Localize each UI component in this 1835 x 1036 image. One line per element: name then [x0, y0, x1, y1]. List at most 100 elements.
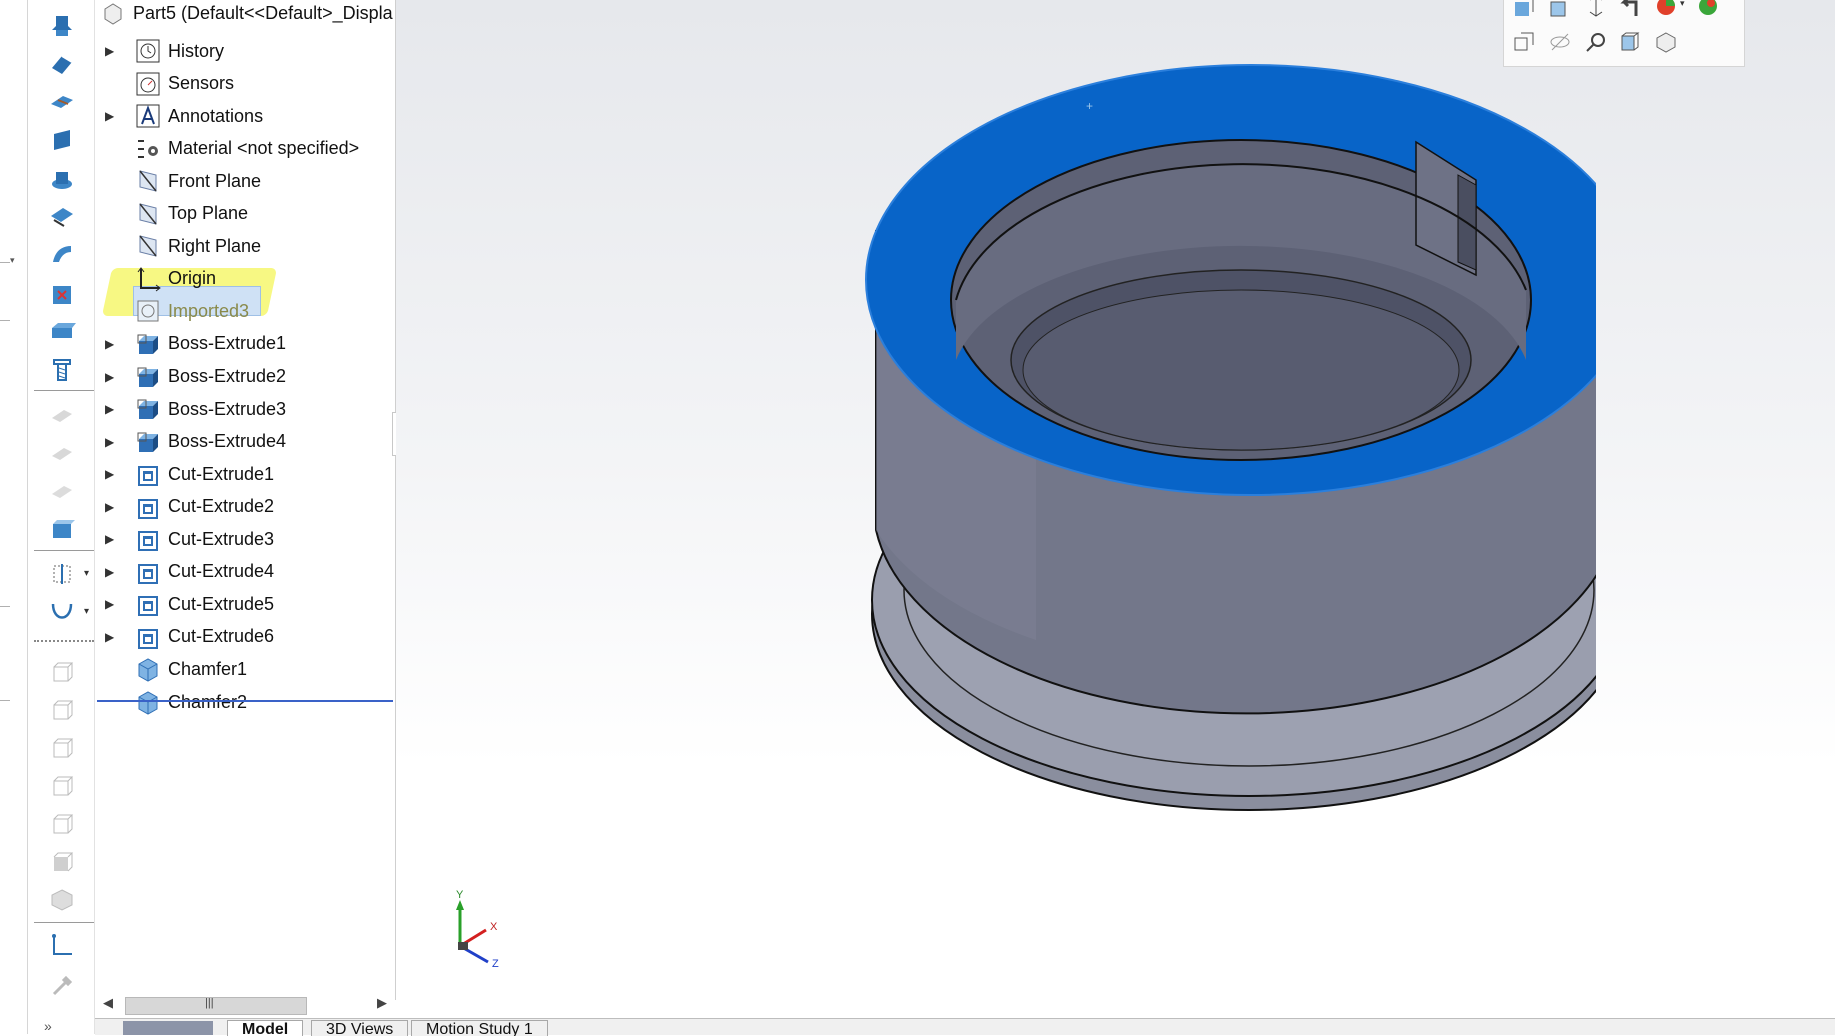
- tree-item-boss-extrude4[interactable]: ▶ Boss-Extrude4: [95, 427, 395, 457]
- tree-item-front-plane[interactable]: Front Plane: [95, 166, 395, 196]
- feature-manager-tree: Part5 (Default<<Default>_Displa ▶ History…: [95, 0, 396, 1016]
- tree-item-imported3[interactable]: Imported3: [95, 296, 395, 326]
- expand-arrow-icon[interactable]: ▶: [105, 370, 117, 384]
- material-icon: [138, 139, 158, 158]
- tree-item-label: Top Plane: [168, 203, 249, 224]
- view-box-icon[interactable]: [48, 658, 76, 686]
- tree-item-label: Cut-Extrude3: [168, 528, 275, 549]
- part-model-3d[interactable]: +: [836, 60, 1596, 840]
- tab-scroll-buttons[interactable]: [123, 1021, 213, 1035]
- expand-arrow-icon[interactable]: ▶: [105, 109, 117, 123]
- revolved-boss-icon[interactable]: [48, 50, 76, 78]
- delete-face-icon[interactable]: [48, 280, 76, 308]
- triad-y-label: Y: [456, 890, 464, 901]
- expand-arrow-icon[interactable]: ▶: [105, 500, 117, 514]
- zoom-to-area-icon[interactable]: [1548, 0, 1572, 20]
- view-box-icon[interactable]: [48, 734, 76, 762]
- hole-wizard-icon[interactable]: [48, 318, 76, 346]
- scroll-left-icon[interactable]: ◀: [103, 995, 113, 1011]
- tree-item-chamfer2[interactable]: Chamfer2: [95, 687, 395, 717]
- extruded-boss-icon[interactable]: [48, 12, 76, 40]
- curves-icon[interactable]: [48, 598, 76, 626]
- part-label: Part5 (Default<<Default>_Displa: [133, 2, 393, 23]
- chamfer-disabled-icon: [52, 448, 72, 460]
- view-box-icon[interactable]: [48, 772, 76, 800]
- view-setting-icon[interactable]: [1618, 30, 1642, 54]
- tree-item-boss-extrude1[interactable]: ▶ Boss-Extrude1: [95, 329, 395, 359]
- tree-item-boss-extrude2[interactable]: ▶ Boss-Extrude2: [95, 362, 395, 392]
- zoom-icon[interactable]: [1584, 30, 1608, 54]
- lofted-boss-icon[interactable]: [48, 126, 76, 154]
- cut-extrude-icon: [138, 628, 158, 649]
- cut-extrude-icon: [138, 466, 158, 487]
- scroll-thumb[interactable]: [125, 997, 307, 1015]
- expand-arrow-icon[interactable]: ▶: [105, 565, 117, 579]
- tree-item-origin[interactable]: Origin: [95, 264, 395, 294]
- scroll-right-icon[interactable]: ▶: [377, 995, 387, 1011]
- graphics-area[interactable]: ▾ + Y X Z: [396, 0, 1835, 1020]
- expand-arrow-icon[interactable]: ▶: [105, 44, 117, 58]
- expand-arrow-icon[interactable]: ▶: [105, 630, 117, 644]
- boss-extrude-icon: [137, 334, 158, 354]
- hide-show-icon[interactable]: [1548, 30, 1572, 54]
- tree-item-label: Boss-Extrude1: [168, 333, 287, 354]
- expand-arrow-icon[interactable]: ▶: [105, 597, 117, 611]
- expand-arrow-icon[interactable]: ▶: [105, 467, 117, 481]
- thread-icon[interactable]: [48, 356, 76, 384]
- edge-dropdown-icon[interactable]: ▾: [10, 255, 15, 266]
- tree-item-label: History: [168, 40, 225, 61]
- toolbar-more-icon[interactable]: »: [44, 1018, 52, 1034]
- tree-item-annotations[interactable]: ▶ Annotations: [95, 101, 395, 131]
- bottom-tab-bar: Model 3D Views Motion Study 1: [95, 1018, 1835, 1036]
- expand-arrow-icon[interactable]: ▶: [105, 402, 117, 416]
- previous-view-icon[interactable]: [1618, 0, 1642, 18]
- tree-item-cut-extrude4[interactable]: ▶ Cut-Extrude4: [95, 557, 395, 587]
- tree-item-label: Annotations: [168, 105, 264, 126]
- zoom-to-fit-icon[interactable]: [1512, 0, 1536, 20]
- reference-geometry-dropdown-icon[interactable]: ▾: [84, 568, 89, 579]
- expand-arrow-icon[interactable]: ▶: [105, 337, 117, 351]
- curves-dropdown-icon[interactable]: ▾: [84, 606, 89, 617]
- tree-item-label: Boss-Extrude3: [168, 398, 287, 419]
- shell-icon[interactable]: [48, 516, 76, 544]
- tree-item-cut-extrude5[interactable]: ▶ Cut-Extrude5: [95, 589, 395, 619]
- view-box-icon[interactable]: [48, 848, 76, 876]
- tree-item-label: Front Plane: [168, 170, 262, 191]
- tree-part-root[interactable]: Part5 (Default<<Default>_Displa: [95, 0, 395, 28]
- expand-arrow-icon[interactable]: ▶: [105, 435, 117, 449]
- swept-boss-icon[interactable]: [48, 88, 76, 116]
- display-style-dropdown-icon[interactable]: ▾: [1680, 0, 1685, 9]
- tree-item-cut-extrude3[interactable]: ▶ Cut-Extrude3: [95, 524, 395, 554]
- boundary-boss-icon[interactable]: [48, 164, 76, 192]
- tree-item-sensors[interactable]: Sensors: [95, 69, 395, 99]
- tree-item-label: Cut-Extrude6: [168, 626, 275, 647]
- appearance-icon[interactable]: [1696, 0, 1720, 18]
- toolbar-separator: [34, 390, 94, 391]
- display-style-icon[interactable]: [1654, 0, 1678, 18]
- tree-item-boss-extrude3[interactable]: ▶ Boss-Extrude3: [95, 394, 395, 424]
- tree-item-cut-extrude6[interactable]: ▶ Cut-Extrude6: [95, 622, 395, 652]
- boss-extrude-icon: [137, 432, 158, 452]
- view-box-icon[interactable]: [48, 696, 76, 724]
- sketch-icon[interactable]: [48, 932, 76, 960]
- extruded-cut-icon[interactable]: [48, 202, 76, 230]
- expand-arrow-icon[interactable]: ▶: [105, 532, 117, 546]
- tree-item-material-not-specified[interactable]: Material <not specified>: [95, 134, 395, 164]
- view-orientation-icon[interactable]: [1512, 30, 1536, 54]
- rollback-bar[interactable]: [97, 700, 393, 702]
- tree-item-right-plane[interactable]: Right Plane: [95, 231, 395, 261]
- tree-item-chamfer1[interactable]: Chamfer1: [95, 654, 395, 684]
- tree-item-history[interactable]: ▶ History: [95, 36, 395, 66]
- section-view-icon[interactable]: [1584, 0, 1608, 18]
- revolved-cut-icon[interactable]: [48, 240, 76, 268]
- tree-item-top-plane[interactable]: Top Plane: [95, 199, 395, 229]
- tree-item-cut-extrude1[interactable]: ▶ Cut-Extrude1: [95, 459, 395, 489]
- view-box-icon[interactable]: [48, 810, 76, 838]
- tree-item-label: Cut-Extrude4: [168, 561, 275, 582]
- isometric-view-icon[interactable]: [48, 886, 76, 914]
- tools-icon[interactable]: [48, 972, 76, 1000]
- reference-geometry-icon[interactable]: [48, 560, 76, 588]
- tree-item-cut-extrude2[interactable]: ▶ Cut-Extrude2: [95, 492, 395, 522]
- standard-view-icon[interactable]: [1654, 30, 1678, 54]
- tree-horizontal-scrollbar[interactable]: ◀ ||| ▶: [97, 994, 391, 1016]
